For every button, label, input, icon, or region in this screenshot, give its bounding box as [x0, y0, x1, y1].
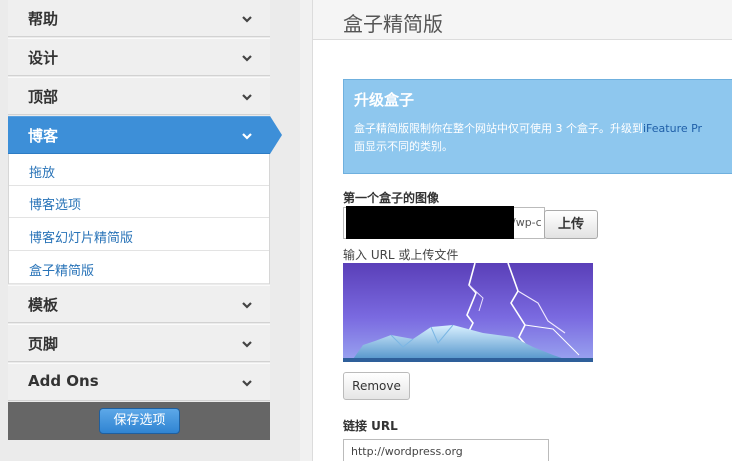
menu-item-blog[interactable]: 博客 — [8, 116, 270, 154]
submenu-item-blog-options[interactable]: 博客选项 — [9, 186, 269, 218]
notice-text-line: 面显示不同的类别。 — [354, 140, 453, 153]
chevron-down-icon — [242, 133, 252, 140]
notice-text: 盒子精简版限制你在整个网站中仅可使用 3 个盒子。升级到iFeature Pr — [354, 120, 702, 136]
blog-submenu: 拖放 博客选项 博客幻灯片精简版 盒子精简版 — [8, 154, 270, 284]
panel-header: 盒子精简版 — [313, 0, 732, 40]
menu-item-label: 博客 — [28, 127, 59, 145]
image-field-label: 第一个盒子的图像 — [343, 191, 440, 205]
chevron-down-icon — [242, 341, 252, 348]
image-url-value: /wp-c — [512, 216, 542, 229]
menu-item-help[interactable]: 帮助 — [8, 0, 270, 37]
link-url-value: http://wordpress.org — [351, 445, 463, 458]
menu-item-label: 模板 — [28, 296, 59, 314]
submenu-item-label: 博客幻灯片精简版 — [29, 231, 134, 246]
image-field-hint: 输入 URL 或上传文件 — [343, 248, 459, 262]
submenu-item-boxes-lite[interactable]: 盒子精简版 — [9, 252, 269, 284]
chevron-down-icon — [242, 94, 252, 101]
chevron-down-icon — [242, 16, 252, 23]
menu-item-header[interactable]: 顶部 — [8, 77, 270, 115]
chevron-down-icon — [242, 380, 252, 387]
upgrade-notice: 升级盒子 盒子精简版限制你在整个网站中仅可使用 3 个盒子。升级到iFeatur… — [343, 79, 732, 174]
link-field-label: 链接 URL — [343, 419, 398, 433]
submenu-item-blog-slider-lite[interactable]: 博客幻灯片精简版 — [9, 219, 269, 251]
menu-item-add-ons[interactable]: Add Ons — [8, 363, 270, 401]
image-preview — [343, 263, 593, 362]
active-indicator-arrow — [270, 116, 282, 154]
submenu-item-label: 博客选项 — [29, 198, 82, 213]
redaction-box — [346, 206, 514, 239]
chevron-down-icon — [242, 55, 252, 62]
menu-item-label: Add Ons — [28, 372, 99, 390]
notice-text-line: 盒子精简版限制你在整个网站中仅可使用 3 个盒子。升级到 — [354, 122, 643, 135]
notice-title: 升级盒子 — [354, 91, 415, 109]
page-title: 盒子精简版 — [343, 12, 443, 36]
menu-item-label: 顶部 — [28, 88, 59, 106]
menu-item-templates[interactable]: 模板 — [8, 285, 270, 323]
upgrade-link[interactable]: iFeature Pr — [643, 122, 702, 135]
sidebar: 帮助 设计 顶部 博客 拖放 博客选项 博客幻灯片精简版 盒子精简版 模板 页脚… — [0, 0, 300, 461]
options-menu: 帮助 设计 顶部 博客 拖放 博客选项 博客幻灯片精简版 盒子精简版 模板 页脚… — [8, 0, 282, 461]
remove-image-button[interactable]: Remove — [343, 372, 410, 400]
menu-item-footer[interactable]: 页脚 — [8, 324, 270, 362]
menu-item-label: 帮助 — [28, 10, 59, 28]
upload-button[interactable]: 上传 — [544, 210, 598, 239]
save-options-button[interactable]: 保存选项 — [99, 408, 180, 434]
submenu-item-label: 盒子精简版 — [29, 264, 95, 279]
submenu-item-label: 拖放 — [29, 166, 56, 181]
chevron-down-icon — [242, 302, 252, 309]
save-bar: 保存选项 — [8, 402, 270, 440]
menu-item-label: 页脚 — [28, 335, 59, 353]
menu-item-label: 设计 — [28, 49, 59, 67]
menu-item-design[interactable]: 设计 — [8, 38, 270, 76]
submenu-item-drag-drop[interactable]: 拖放 — [9, 154, 269, 186]
link-url-input[interactable]: http://wordpress.org — [343, 439, 549, 461]
main-panel: 盒子精简版 升级盒子 盒子精简版限制你在整个网站中仅可使用 3 个盒子。升级到i… — [313, 0, 732, 461]
